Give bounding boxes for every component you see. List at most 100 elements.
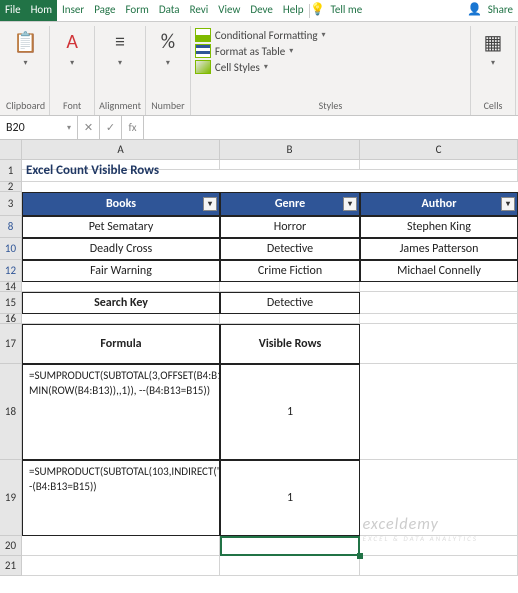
worksheet-title[interactable]: Excel Count Visible Rows (22, 160, 518, 182)
share-icon[interactable]: 👤 (467, 0, 483, 21)
cell-book[interactable]: Fair Warning (22, 260, 220, 282)
row-header[interactable]: 1 (0, 160, 22, 182)
row-header[interactable]: 17 (0, 324, 22, 364)
tab-formulas[interactable]: Form (120, 0, 153, 21)
formula-bar[interactable] (144, 116, 518, 139)
cell-author[interactable]: Stephen King (360, 216, 518, 238)
cell[interactable] (22, 282, 220, 292)
cell[interactable] (360, 324, 518, 364)
row-header[interactable]: 20 (0, 536, 22, 556)
row-header[interactable]: 12 (0, 260, 22, 282)
cell[interactable] (360, 460, 518, 536)
cell-styles-button[interactable]: Cell Styles ▾ (195, 60, 466, 74)
search-key-value[interactable]: Detective (220, 292, 360, 314)
col-header-a[interactable]: A (22, 140, 220, 160)
format-as-table-button[interactable]: Format as Table ▾ (195, 44, 466, 58)
formula-cell[interactable]: =SUMPRODUCT(SUBTOTAL(3,OFFSET(B4:B13,ROW… (22, 364, 220, 460)
chevron-down-icon: ▾ (70, 58, 74, 68)
header-books[interactable]: Books▾ (22, 192, 220, 216)
header-genre[interactable]: Genre▾ (220, 192, 360, 216)
cell[interactable] (22, 556, 220, 576)
cell[interactable] (360, 314, 518, 324)
name-box[interactable]: B20 ▾ (0, 116, 78, 139)
cell-genre[interactable]: Detective (220, 238, 360, 260)
tab-help[interactable]: Help (278, 0, 309, 21)
cell-author[interactable]: James Patterson (360, 238, 518, 260)
cell-author[interactable]: Michael Connelly (360, 260, 518, 282)
font-icon: A (58, 28, 86, 56)
tab-review[interactable]: Revi (185, 0, 214, 21)
group-label-alignment: Alignment (99, 99, 141, 115)
row-header[interactable]: 2 (0, 182, 22, 192)
select-all-corner[interactable] (0, 140, 22, 160)
cell[interactable] (22, 314, 220, 324)
group-alignment: ≡ ▾ Alignment (95, 26, 146, 115)
cancel-button[interactable]: ✕ (78, 116, 100, 139)
group-label-styles: Styles (195, 99, 466, 115)
cell[interactable] (360, 536, 518, 556)
cell[interactable] (360, 556, 518, 576)
row-header[interactable]: 18 (0, 364, 22, 460)
cell[interactable] (360, 292, 518, 314)
row-header[interactable]: 19 (0, 460, 22, 536)
cell-genre[interactable]: Horror (220, 216, 360, 238)
col-header-b[interactable]: B (220, 140, 360, 160)
cell-b20[interactable] (220, 536, 360, 556)
cell-genre[interactable]: Crime Fiction (220, 260, 360, 282)
cells-button[interactable]: ▦ ▾ (475, 26, 511, 70)
share-button[interactable]: Share (483, 0, 518, 21)
cell[interactable] (360, 282, 518, 292)
group-label-clipboard: Clipboard (6, 99, 45, 115)
result-cell[interactable]: 1 (220, 364, 360, 460)
filter-button[interactable]: ▾ (501, 197, 515, 211)
row-header[interactable]: 3 (0, 192, 22, 216)
ribbon: 📋 ▾ Clipboard A ▾ Font ≡ ▾ Alignment % ▾… (0, 22, 518, 116)
tab-view[interactable]: View (213, 0, 245, 21)
column-headers: A B C (22, 140, 518, 160)
filter-button[interactable]: ▾ (343, 197, 357, 211)
row-header[interactable]: 10 (0, 238, 22, 260)
cells-area: Excel Count Visible Rows Books▾ Genre▾ A… (22, 160, 518, 192)
row-header[interactable]: 15 (0, 292, 22, 314)
col-header-c[interactable]: C (360, 140, 518, 160)
font-button[interactable]: A ▾ (54, 26, 90, 70)
search-key-label[interactable]: Search Key (22, 292, 220, 314)
row-header[interactable]: 8 (0, 216, 22, 238)
row-header[interactable]: 21 (0, 556, 22, 576)
paste-button[interactable]: 📋 ▾ (6, 26, 45, 70)
cell[interactable] (220, 282, 360, 292)
fx-button[interactable]: fx (122, 116, 144, 139)
fill-handle[interactable] (357, 553, 363, 559)
tab-insert[interactable]: Inser (57, 0, 89, 21)
ribbon-tabs: File Hom Inser Page Form Data Revi View … (0, 0, 518, 22)
formula-header[interactable]: Formula (22, 324, 220, 364)
filter-button[interactable]: ▾ (203, 197, 217, 211)
tab-developer[interactable]: Deve (245, 0, 278, 21)
tab-home[interactable]: Hom (26, 0, 57, 21)
group-clipboard: 📋 ▾ Clipboard (2, 26, 50, 115)
row-header[interactable]: 14 (0, 282, 22, 292)
cell[interactable] (360, 364, 518, 460)
result-cell[interactable]: 1 (220, 460, 360, 536)
worksheet-grid[interactable]: A B C 1 2 3 8 10 12 14 15 16 17 18 19 20… (0, 140, 518, 593)
percent-icon: % (154, 28, 182, 56)
cell[interactable] (22, 536, 220, 556)
group-styles: Conditional Formatting ▾ Format as Table… (191, 26, 471, 115)
formula-cell[interactable]: =SUMPRODUCT(SUBTOTAL(103,INDIRECT("B"&RO… (22, 460, 220, 536)
clipboard-icon: 📋 (12, 28, 40, 56)
header-author[interactable]: Author▾ (360, 192, 518, 216)
cell[interactable] (220, 314, 360, 324)
tab-file[interactable]: File (0, 0, 26, 21)
cell[interactable] (220, 556, 360, 576)
cell-book[interactable]: Deadly Cross (22, 238, 220, 260)
tab-page-layout[interactable]: Page (89, 0, 120, 21)
tell-me-search[interactable]: Tell me (326, 0, 368, 21)
tab-data[interactable]: Data (154, 0, 185, 21)
row-header[interactable]: 16 (0, 314, 22, 324)
visible-rows-header[interactable]: Visible Rows (220, 324, 360, 364)
number-button[interactable]: % ▾ (150, 26, 186, 70)
alignment-button[interactable]: ≡ ▾ (99, 26, 141, 70)
enter-button[interactable]: ✓ (100, 116, 122, 139)
cell-book[interactable]: Pet Sematary (22, 216, 220, 238)
conditional-formatting-button[interactable]: Conditional Formatting ▾ (195, 28, 466, 42)
